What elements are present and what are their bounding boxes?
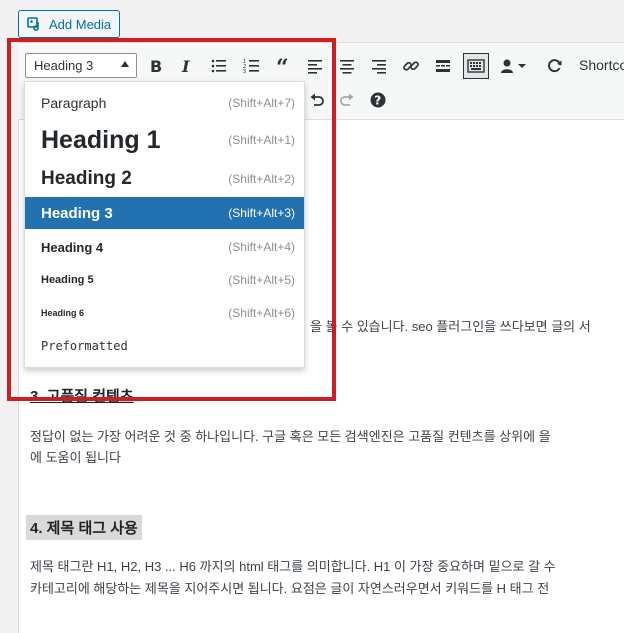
help-icon: ?: [370, 92, 386, 108]
italic-icon: I: [181, 57, 190, 75]
dropdown-item-heading-6[interactable]: Heading 6 (Shift+Alt+6): [25, 297, 304, 329]
blockquote-button[interactable]: “: [272, 54, 296, 78]
redo-icon: [340, 93, 354, 106]
dropdown-item-shortcut: (Shift+Alt+4): [228, 240, 295, 254]
add-media-label: Add Media: [49, 16, 112, 32]
user-dropdown-button[interactable]: [496, 54, 532, 78]
align-right-button[interactable]: [367, 54, 391, 78]
read-more-button[interactable]: [431, 54, 455, 78]
dropdown-item-shortcut: (Shift+Alt+3): [228, 206, 295, 220]
help-button[interactable]: ?: [366, 88, 390, 112]
dropdown-item-paragraph[interactable]: Paragraph (Shift+Alt+7): [25, 88, 304, 118]
numbered-list-button[interactable]: 1 2 3: [240, 54, 264, 78]
paragraph-line: 제목 태그란 H1, H2, H3 ... H6 까지의 html 태그를 의미…: [30, 559, 556, 574]
blockquote-icon: “: [276, 57, 289, 75]
dropdown-item-label: Heading 6: [41, 308, 85, 318]
dropdown-item-heading-2[interactable]: Heading 2 (Shift+Alt+2): [25, 161, 304, 197]
dropdown-item-preformatted[interactable]: Preformatted: [25, 330, 304, 362]
svg-text:“: “: [276, 57, 289, 75]
redo-button[interactable]: [335, 88, 359, 112]
insert-link-button[interactable]: [399, 54, 423, 78]
dropdown-item-label: Heading 1: [41, 125, 161, 154]
user-icon: [501, 59, 526, 73]
dropdown-item-heading-1[interactable]: Heading 1 (Shift+Alt+1): [25, 119, 304, 161]
paragraph-line: 정답이 없는 가장 어려운 것 중 하나입니다. 구글 혹은 모든 검색엔진은 …: [30, 429, 551, 444]
toolbar-toggle-button[interactable]: [463, 53, 489, 79]
align-right-icon: [372, 60, 386, 74]
format-select[interactable]: Heading 3: [25, 53, 137, 78]
dropdown-item-heading-4[interactable]: Heading 4 (Shift+Alt+4): [25, 231, 304, 263]
svg-text:B: B: [150, 57, 162, 75]
bulleted-list-icon: [211, 59, 226, 73]
format-dropdown: Paragraph (Shift+Alt+7) Heading 1 (Shift…: [24, 81, 305, 368]
dropdown-item-label: Paragraph: [41, 95, 107, 111]
link-icon: [403, 61, 419, 71]
dropdown-item-label: Heading 2: [41, 168, 132, 189]
align-left-button[interactable]: [303, 54, 327, 78]
dropdown-item-shortcut: (Shift+Alt+2): [228, 172, 295, 186]
bulleted-list-button[interactable]: [207, 54, 231, 78]
add-media-button[interactable]: Add Media: [18, 10, 121, 38]
dropdown-item-label: Preformatted: [41, 339, 128, 353]
refresh-icon: [548, 59, 562, 73]
format-select-value: Heading 3: [34, 58, 94, 73]
dropdown-item-shortcut: (Shift+Alt+6): [228, 306, 295, 320]
dropdown-item-heading-5[interactable]: Heading 5 (Shift+Alt+5): [25, 264, 304, 296]
shortcode-button-label[interactable]: Shortco: [579, 57, 624, 73]
content-heading-3: 3. 고품질 컨텐츠: [30, 388, 134, 405]
dropdown-item-label: Heading 4: [41, 239, 104, 255]
dropdown-item-shortcut: (Shift+Alt+5): [228, 273, 295, 287]
dropdown-item-shortcut: (Shift+Alt+7): [228, 96, 295, 110]
content-heading-4: 4. 제목 태그 사용: [26, 515, 142, 540]
read-more-icon: [436, 60, 450, 72]
align-left-icon: [308, 60, 322, 74]
paragraph-line: 카테고리에 해당하는 제목을 지어주시면 됩니다. 요점은 글이 자연스러우면서…: [30, 581, 550, 596]
align-center-icon: [340, 60, 354, 74]
svg-text:3: 3: [243, 69, 246, 75]
bold-button[interactable]: B: [143, 54, 167, 78]
undo-button[interactable]: [305, 88, 329, 112]
paragraph-line: 에 도움이 됩니다: [30, 450, 121, 465]
italic-button[interactable]: I: [174, 54, 198, 78]
svg-text:I: I: [181, 57, 190, 75]
align-center-button[interactable]: [335, 54, 359, 78]
numbered-list-icon: 1 2 3: [243, 59, 259, 75]
media-icon: [27, 16, 43, 32]
refresh-button[interactable]: [543, 54, 567, 78]
keyboard-icon: [467, 59, 485, 73]
paragraph-line: 을 볼 수 있습니다. seo 플러그인을 쓰다보면 글의 서: [310, 319, 591, 334]
svg-text:?: ?: [374, 94, 381, 108]
caret-up-icon: [121, 61, 129, 67]
dropdown-item-label: Heading 5: [41, 274, 94, 286]
undo-icon: [310, 93, 324, 106]
dropdown-item-heading-3[interactable]: Heading 3 (Shift+Alt+3): [25, 197, 304, 229]
dropdown-item-shortcut: (Shift+Alt+1): [228, 133, 295, 147]
dropdown-item-label: Heading 3: [41, 204, 113, 222]
bold-icon: B: [150, 57, 162, 75]
